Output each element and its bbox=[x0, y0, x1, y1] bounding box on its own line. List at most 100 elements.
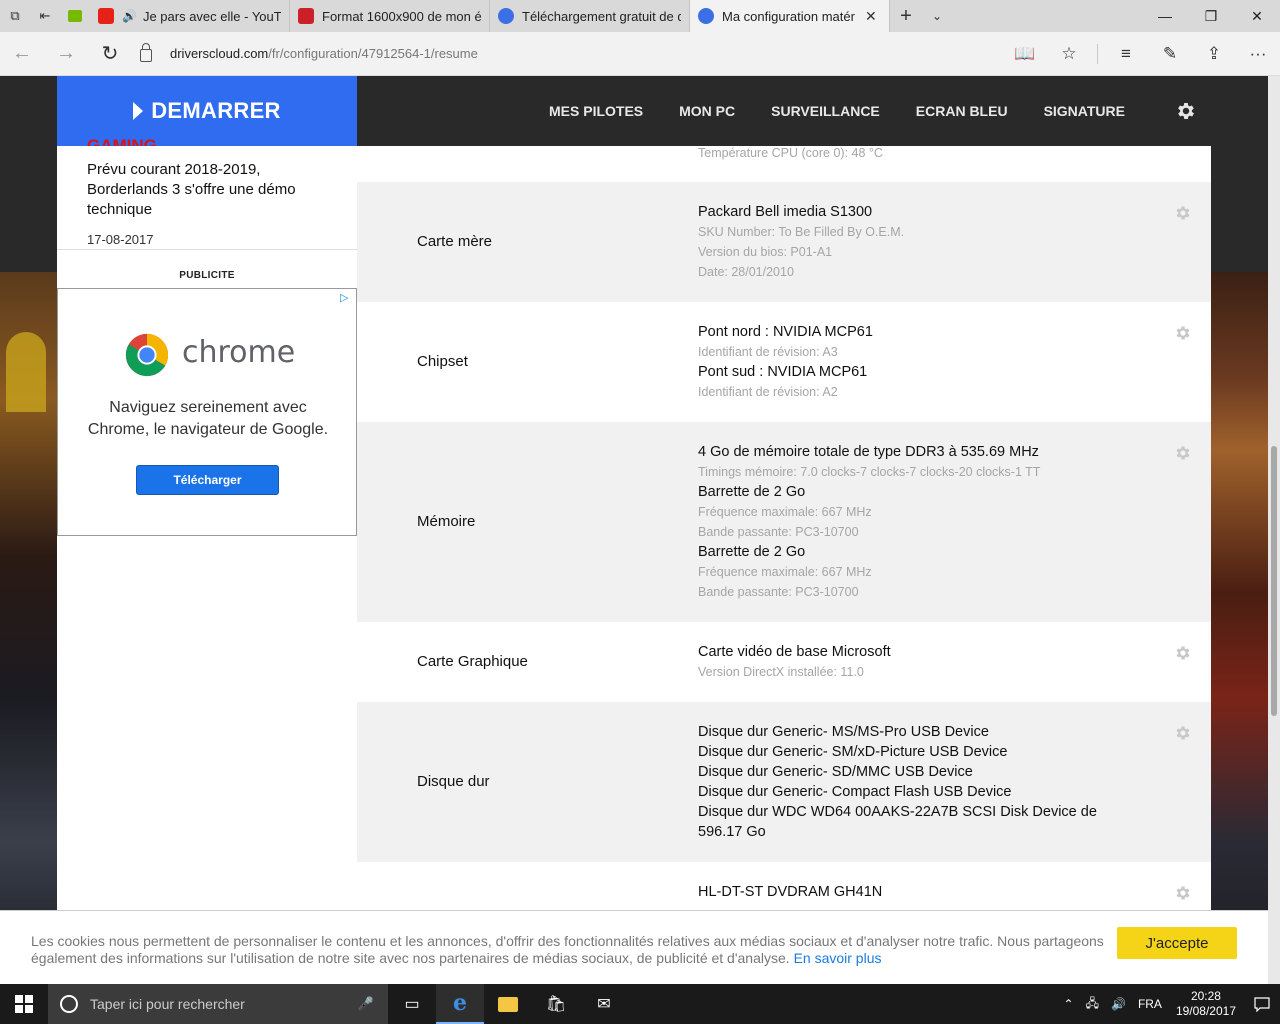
reading-view-icon[interactable]: 📖 bbox=[1003, 32, 1047, 76]
row-settings-gear-icon[interactable] bbox=[1174, 204, 1192, 222]
window-controls: — ❐ ✕ bbox=[1142, 0, 1280, 32]
system-tray: ⌃ 🖧 🔊 FRA 20:28 19/08/2017 bbox=[1058, 984, 1280, 1024]
browser-tab[interactable]: Téléchargement gratuit de d bbox=[490, 0, 690, 32]
new-tab-button[interactable]: + bbox=[890, 5, 922, 28]
tabs-container: 🔊 Je pars avec elle - YouT Format 1600x900… bbox=[90, 0, 890, 32]
article-category[interactable]: GAMING bbox=[87, 134, 157, 146]
config-value: 4 Go de mémoire totale de type DDR3 à 53… bbox=[698, 444, 1039, 460]
article-title-link[interactable]: Prévu courant 2018-2019, Borderlands 3 s… bbox=[87, 160, 327, 220]
config-row-title: Chipset bbox=[417, 353, 468, 370]
chevron-up-icon[interactable]: ⌃ bbox=[1064, 997, 1074, 1011]
windows-logo-icon bbox=[15, 995, 33, 1013]
nav-link[interactable]: MES PILOTES bbox=[549, 103, 643, 119]
taskbar-search[interactable]: Taper ici pour rechercher 🎤 bbox=[48, 984, 388, 1024]
config-row-values: Carte vidéo de base Microsoft Version Dir… bbox=[698, 642, 1138, 682]
config-row-title: Carte mère bbox=[417, 233, 493, 250]
nav-link[interactable]: MON PC bbox=[679, 103, 735, 119]
row-settings-gear-icon[interactable] bbox=[1174, 644, 1192, 662]
refresh-button[interactable]: ↻ bbox=[88, 32, 132, 76]
nvidia-pinned-tab-icon[interactable] bbox=[60, 0, 90, 32]
mail-icon[interactable]: ✉ bbox=[580, 984, 628, 1024]
chrome-logo-icon bbox=[125, 333, 169, 377]
back-button[interactable]: ← bbox=[0, 32, 44, 76]
row-settings-gear-icon[interactable] bbox=[1174, 884, 1192, 902]
article-date: 17-08-2017 bbox=[87, 232, 154, 247]
clock[interactable]: 20:28 19/08/2017 bbox=[1176, 989, 1236, 1019]
start-button[interactable] bbox=[0, 984, 48, 1024]
tab-strip: ⧉ ⇤ 🔊 Je pars avec elle - YouT Format 1600… bbox=[0, 0, 1280, 32]
adchoices-icon[interactable]: ▷ bbox=[340, 291, 352, 304]
action-center-icon[interactable] bbox=[1244, 984, 1280, 1024]
browser-tab[interactable]: 🔊 Je pars avec elle - YouT bbox=[90, 0, 290, 32]
background-artwork-left bbox=[0, 272, 57, 984]
config-detail: Identifiant de révision: A2 bbox=[698, 385, 838, 399]
language-indicator[interactable]: FRA bbox=[1138, 997, 1162, 1011]
cookie-message: Les cookies nous permettent de personnal… bbox=[31, 933, 1104, 966]
toolbar-separator bbox=[1097, 43, 1098, 64]
edge-taskbar-icon[interactable]: e bbox=[436, 984, 484, 1024]
play-triangle-icon bbox=[133, 102, 144, 120]
cookie-learn-more-link[interactable]: En savoir plus bbox=[794, 950, 882, 966]
microphone-icon[interactable]: 🎤 bbox=[358, 996, 374, 1012]
config-value: Disque dur WDC WD64 00AAKS-22A7B SCSI Di… bbox=[698, 804, 1097, 840]
share-icon[interactable]: ⇪ bbox=[1192, 32, 1236, 76]
row-settings-gear-icon[interactable] bbox=[1174, 444, 1192, 462]
more-menu-icon[interactable]: ··· bbox=[1236, 32, 1280, 76]
config-detail: Date: 28/01/2010 bbox=[698, 265, 794, 279]
config-row: Mémoire 4 Go de mémoire totale de type DD… bbox=[357, 422, 1211, 622]
page-scrollbar-thumb[interactable] bbox=[1271, 446, 1277, 716]
config-detail: Bande passante: PC3-10700 bbox=[698, 525, 859, 539]
row-settings-gear-icon[interactable] bbox=[1174, 324, 1192, 342]
nav-link[interactable]: SIGNATURE bbox=[1044, 103, 1125, 119]
volume-icon[interactable]: 🔊 bbox=[1111, 997, 1126, 1011]
file-explorer-icon[interactable] bbox=[484, 984, 532, 1024]
advert-text: Naviguez sereinement avec Chrome, le nav… bbox=[87, 399, 329, 438]
restore-button[interactable]: ❐ bbox=[1188, 0, 1234, 32]
config-value: Packard Bell imedia S1300 bbox=[698, 204, 873, 220]
task-view-icon[interactable]: ▭ bbox=[388, 984, 436, 1024]
tab-preview-chevron-icon[interactable]: ⌄ bbox=[922, 9, 952, 23]
close-window-button[interactable]: ✕ bbox=[1234, 0, 1280, 32]
settings-gear-icon[interactable] bbox=[1175, 100, 1197, 122]
browser-tab[interactable]: Format 1600x900 de mon é bbox=[290, 0, 490, 32]
cpu-temperature-partial: Température CPU (core 0): 48 °C bbox=[698, 146, 883, 160]
browser-tab[interactable]: Ma configuration matér ✕ bbox=[690, 0, 890, 32]
network-icon[interactable]: 🖧 bbox=[1086, 994, 1099, 1015]
set-tabs-aside-icon[interactable]: ⧉ bbox=[0, 0, 30, 32]
favorite-star-icon[interactable]: ☆ bbox=[1047, 32, 1091, 76]
divider bbox=[57, 249, 357, 250]
config-value: Disque dur Generic- SD/MMC USB Device bbox=[698, 764, 973, 780]
tab-audio-icon[interactable]: 🔊 bbox=[122, 9, 137, 23]
demarrer-label: DEMARRER bbox=[151, 98, 281, 123]
nav-link[interactable]: SURVEILLANCE bbox=[771, 103, 880, 119]
background-artwork-right bbox=[1211, 272, 1268, 984]
windows-taskbar: Taper ici pour rechercher 🎤 ▭ e 🛍 ✉ ⌃ 🖧 … bbox=[0, 984, 1280, 1024]
config-detail: Timings mémoire: 7.0 clocks-7 clocks-7 c… bbox=[698, 465, 1041, 479]
show-tabs-aside-icon[interactable]: ⇤ bbox=[30, 0, 60, 32]
config-value: Pont nord : NVIDIA MCP61 bbox=[698, 324, 873, 340]
config-row-values: Disque dur Generic- MS/MS-Pro USB Device… bbox=[698, 722, 1138, 842]
url-field[interactable]: driverscloud.com/fr/configuration/479125… bbox=[140, 43, 478, 62]
config-row: Carte mère Packard Bell imedia S1300 SKU N… bbox=[357, 182, 1211, 302]
minimize-button[interactable]: — bbox=[1142, 0, 1188, 32]
config-value: Barrette de 2 Go bbox=[698, 544, 806, 560]
close-tab-icon[interactable]: ✕ bbox=[865, 8, 877, 25]
cookie-text: Les cookies nous permettent de personnal… bbox=[31, 933, 1111, 967]
web-note-icon[interactable]: ✎ bbox=[1148, 32, 1192, 76]
config-value: Disque dur Generic- MS/MS-Pro USB Device bbox=[698, 724, 989, 740]
tab-label: Ma configuration matér bbox=[722, 8, 855, 24]
forward-button[interactable]: → bbox=[44, 32, 88, 76]
pinterest-icon bbox=[298, 8, 314, 24]
hub-icon[interactable]: ≡ bbox=[1104, 32, 1148, 76]
config-detail: Bande passante: PC3-10700 bbox=[698, 585, 859, 599]
store-icon[interactable]: 🛍 bbox=[532, 984, 580, 1024]
nav-link[interactable]: ECRAN BLEU bbox=[916, 103, 1008, 119]
row-settings-gear-icon[interactable] bbox=[1174, 724, 1192, 742]
chrome-advert[interactable]: ▷ chrome Naviguez sereinement avec Chrom… bbox=[57, 288, 357, 536]
cookie-banner: Les cookies nous permettent de personnal… bbox=[0, 910, 1268, 984]
accept-cookies-button[interactable]: J'accepte bbox=[1117, 927, 1237, 959]
config-row: Carte Graphique Carte vidéo de base Micro… bbox=[357, 622, 1211, 702]
telecharger-button[interactable]: Télécharger bbox=[136, 465, 279, 495]
config-detail: Fréquence maximale: 667 MHz bbox=[698, 505, 872, 519]
address-bar: ← → ↻ driverscloud.com/fr/configuration/… bbox=[0, 32, 1280, 76]
